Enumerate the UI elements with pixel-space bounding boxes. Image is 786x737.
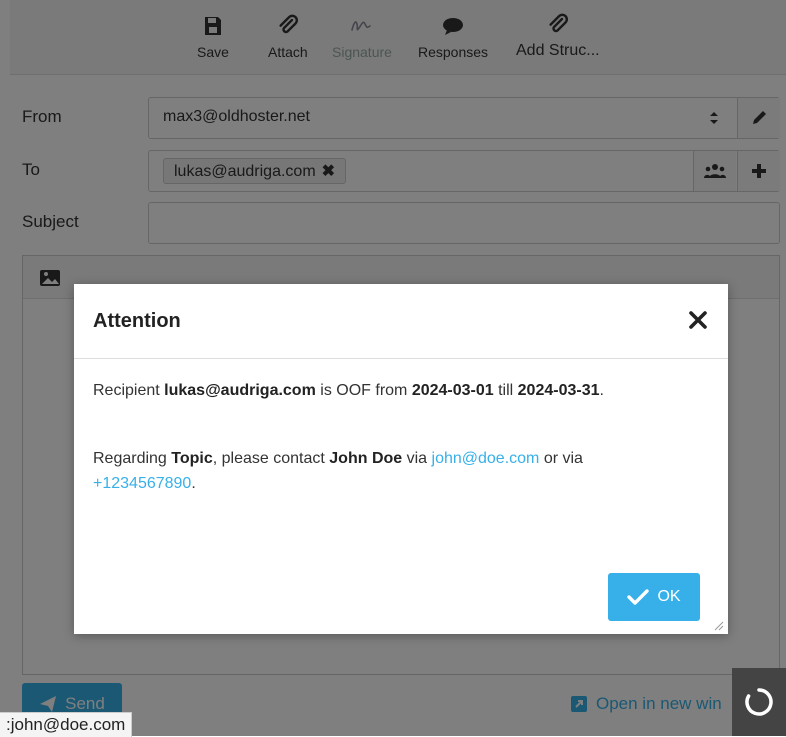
ok-button[interactable]: OK	[608, 573, 700, 621]
close-icon[interactable]	[688, 310, 708, 330]
topic: Topic	[171, 450, 213, 467]
checkmark-icon	[627, 589, 650, 605]
spinner-icon	[745, 688, 773, 716]
dialog-title: Attention	[93, 310, 181, 332]
ok-label: OK	[657, 588, 681, 605]
oof-recipient: lukas@audriga.com	[164, 382, 316, 399]
contact-name: John Doe	[329, 450, 403, 467]
resize-handle-icon[interactable]	[712, 618, 724, 631]
dialog-message: Recipient lukas@audriga.com is OOF from …	[93, 378, 703, 496]
oof-till-date: 2024-03-31	[517, 382, 600, 399]
loading-spinner	[732, 668, 786, 736]
contact-phone-link[interactable]: +1234567890	[93, 475, 191, 492]
status-bar-url: :john@doe.com	[0, 712, 133, 737]
dialog-header: Attention	[74, 284, 728, 359]
attention-dialog: Attention Recipient lukas@audriga.com is…	[74, 284, 728, 634]
contact-email-link[interactable]: john@doe.com	[432, 450, 540, 467]
oof-from-date: 2024-03-01	[411, 382, 494, 399]
contact-line: Regarding Topic, please contact John Doe…	[93, 450, 583, 492]
oof-line: Recipient lukas@audriga.com is OOF from …	[93, 382, 604, 399]
